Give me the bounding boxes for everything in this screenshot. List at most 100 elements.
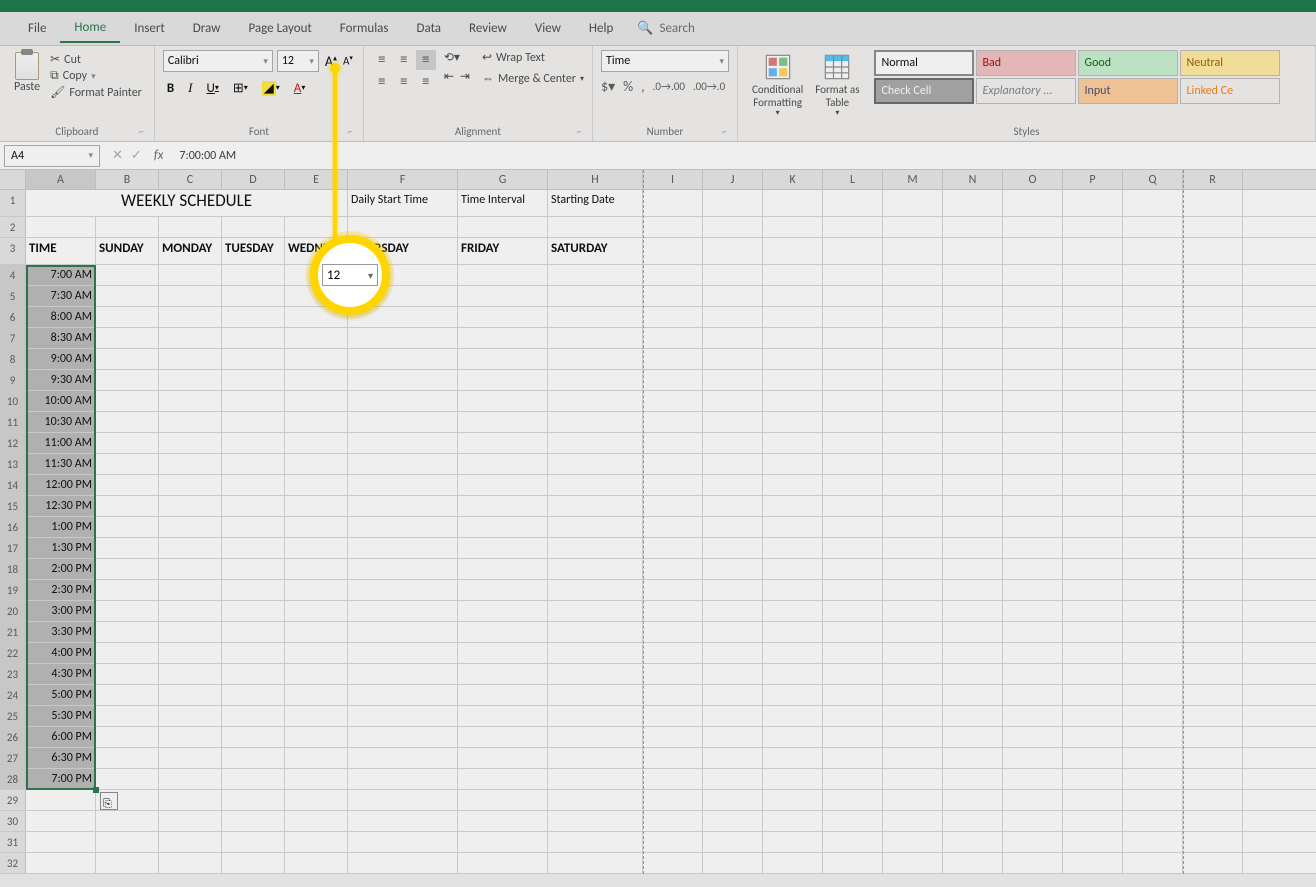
cell-B27[interactable] (96, 748, 159, 768)
row-header-19[interactable]: 19 (0, 580, 26, 600)
cell-C9[interactable] (159, 370, 222, 390)
cell-D19[interactable] (222, 580, 285, 600)
cell-M9[interactable] (883, 370, 943, 390)
cell-C10[interactable] (159, 391, 222, 411)
cell-O22[interactable] (1003, 643, 1063, 663)
cell-N14[interactable] (943, 475, 1003, 495)
cell-B2[interactable] (96, 217, 159, 237)
cell-N10[interactable] (943, 391, 1003, 411)
cell-F29[interactable] (348, 790, 458, 810)
cell-N5[interactable] (943, 286, 1003, 306)
cell-E21[interactable] (285, 622, 348, 642)
cell-R15[interactable] (1183, 496, 1243, 516)
cell-N31[interactable] (943, 832, 1003, 852)
cell-O7[interactable] (1003, 328, 1063, 348)
cell-E18[interactable] (285, 559, 348, 579)
row-header-21[interactable]: 21 (0, 622, 26, 642)
cell-K6[interactable] (763, 307, 823, 327)
cell-I18[interactable] (643, 559, 703, 579)
row-header-11[interactable]: 11 (0, 412, 26, 432)
cell-Q3[interactable] (1123, 238, 1183, 264)
cell-I5[interactable] (643, 286, 703, 306)
cell-K8[interactable] (763, 349, 823, 369)
row-header-5[interactable]: 5 (0, 286, 26, 306)
cell-H30[interactable] (548, 811, 643, 831)
cell-E8[interactable] (285, 349, 348, 369)
cell-K26[interactable] (763, 727, 823, 747)
cell-E25[interactable] (285, 706, 348, 726)
cell-B8[interactable] (96, 349, 159, 369)
cell-J5[interactable] (703, 286, 763, 306)
cell-E4[interactable] (285, 265, 348, 285)
cell-P18[interactable] (1063, 559, 1123, 579)
cell-F28[interactable] (348, 769, 458, 789)
cell-L8[interactable] (823, 349, 883, 369)
cell-B32[interactable] (96, 853, 159, 873)
cell-A6[interactable]: 8:00 AM (26, 307, 96, 327)
cell-I15[interactable] (643, 496, 703, 516)
cell-A29[interactable] (26, 790, 96, 810)
merge-center-button[interactable]: ⇔Merge & Center▾ (482, 71, 584, 86)
menu-file[interactable]: File (14, 15, 60, 42)
row-header-1[interactable]: 1 (0, 190, 26, 216)
cell-A24[interactable]: 5:00 PM (26, 685, 96, 705)
cell-P10[interactable] (1063, 391, 1123, 411)
cell-D18[interactable] (222, 559, 285, 579)
wrap-text-button[interactable]: ↩Wrap Text (482, 50, 584, 65)
cell-G2[interactable] (458, 217, 548, 237)
cell-E7[interactable] (285, 328, 348, 348)
cell-H5[interactable] (548, 286, 643, 306)
autofill-options-button[interactable]: ⎘ (100, 792, 118, 810)
cell-D12[interactable] (222, 433, 285, 453)
cell-A30[interactable] (26, 811, 96, 831)
cell-M30[interactable] (883, 811, 943, 831)
cell-H20[interactable] (548, 601, 643, 621)
align-bottom-button[interactable]: ≡ (416, 50, 436, 70)
cell-M18[interactable] (883, 559, 943, 579)
cell-H18[interactable] (548, 559, 643, 579)
cell-O14[interactable] (1003, 475, 1063, 495)
cell-G20[interactable] (458, 601, 548, 621)
cell-L16[interactable] (823, 517, 883, 537)
cell-N26[interactable] (943, 727, 1003, 747)
cell-B18[interactable] (96, 559, 159, 579)
cell-O5[interactable] (1003, 286, 1063, 306)
cell-H29[interactable] (548, 790, 643, 810)
cell-A19[interactable]: 2:30 PM (26, 580, 96, 600)
number-launcher-icon[interactable]: ⌐ (722, 125, 727, 138)
cell-N9[interactable] (943, 370, 1003, 390)
cell-N11[interactable] (943, 412, 1003, 432)
cell-J6[interactable] (703, 307, 763, 327)
cell-L26[interactable] (823, 727, 883, 747)
cell-O25[interactable] (1003, 706, 1063, 726)
row-header-12[interactable]: 12 (0, 433, 26, 453)
cell-I31[interactable] (643, 832, 703, 852)
style-input[interactable]: Input (1078, 78, 1178, 104)
cancel-formula-icon[interactable]: ✕ (112, 148, 123, 163)
cell-R2[interactable] (1183, 217, 1243, 237)
cell-P22[interactable] (1063, 643, 1123, 663)
cell-I2[interactable] (643, 217, 703, 237)
row-header-32[interactable]: 32 (0, 853, 26, 873)
cell-Q22[interactable] (1123, 643, 1183, 663)
menu-view[interactable]: View (521, 15, 575, 42)
cell-K9[interactable] (763, 370, 823, 390)
row-header-4[interactable]: 4 (0, 265, 26, 285)
cell-K14[interactable] (763, 475, 823, 495)
cell-A10[interactable]: 10:00 AM (26, 391, 96, 411)
formula-input[interactable]: 7:00:00 AM (171, 147, 1316, 165)
cell-O12[interactable] (1003, 433, 1063, 453)
cell-D15[interactable] (222, 496, 285, 516)
cell-B13[interactable] (96, 454, 159, 474)
cell-A14[interactable]: 12:00 PM (26, 475, 96, 495)
cell-F13[interactable] (348, 454, 458, 474)
cell-O24[interactable] (1003, 685, 1063, 705)
cell-N30[interactable] (943, 811, 1003, 831)
cell-D22[interactable] (222, 643, 285, 663)
cell-H22[interactable] (548, 643, 643, 663)
cell-R1[interactable] (1183, 190, 1243, 216)
cell-N1[interactable] (943, 190, 1003, 216)
shrink-font-button[interactable]: A▾ (341, 51, 355, 72)
cell-L10[interactable] (823, 391, 883, 411)
cell-N28[interactable] (943, 769, 1003, 789)
